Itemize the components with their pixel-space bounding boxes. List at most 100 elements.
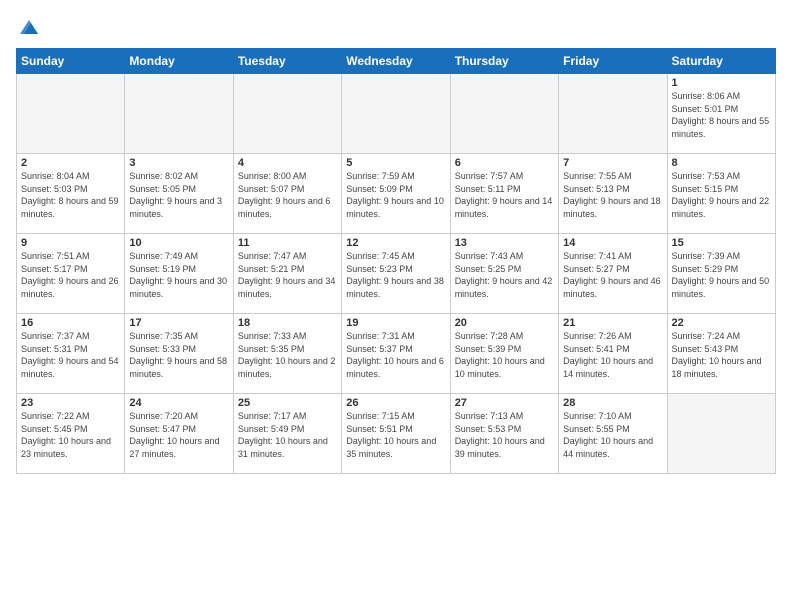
- day-info: Sunrise: 7:53 AMSunset: 5:15 PMDaylight:…: [672, 170, 771, 220]
- day-number: 9: [21, 237, 120, 249]
- day-number: 14: [563, 237, 662, 249]
- calendar-day-cell: 25Sunrise: 7:17 AMSunset: 5:49 PMDayligh…: [233, 394, 341, 474]
- day-info: Sunrise: 7:57 AMSunset: 5:11 PMDaylight:…: [455, 170, 554, 220]
- day-info: Sunrise: 7:17 AMSunset: 5:49 PMDaylight:…: [238, 410, 337, 460]
- day-number: 11: [238, 237, 337, 249]
- weekday-header-row: SundayMondayTuesdayWednesdayThursdayFrid…: [17, 49, 776, 74]
- calendar-day-cell: 27Sunrise: 7:13 AMSunset: 5:53 PMDayligh…: [450, 394, 558, 474]
- day-number: 16: [21, 317, 120, 329]
- weekday-cell: Thursday: [450, 49, 558, 74]
- calendar-day-cell: 10Sunrise: 7:49 AMSunset: 5:19 PMDayligh…: [125, 234, 233, 314]
- day-number: 27: [455, 397, 554, 409]
- calendar-day-cell: [450, 74, 558, 154]
- weekday-cell: Tuesday: [233, 49, 341, 74]
- weekday-cell: Saturday: [667, 49, 775, 74]
- calendar-day-cell: 21Sunrise: 7:26 AMSunset: 5:41 PMDayligh…: [559, 314, 667, 394]
- day-number: 8: [672, 157, 771, 169]
- day-number: 24: [129, 397, 228, 409]
- calendar-body: 1Sunrise: 8:06 AMSunset: 5:01 PMDaylight…: [17, 74, 776, 474]
- calendar-day-cell: 8Sunrise: 7:53 AMSunset: 5:15 PMDaylight…: [667, 154, 775, 234]
- day-info: Sunrise: 7:47 AMSunset: 5:21 PMDaylight:…: [238, 250, 337, 300]
- day-number: 20: [455, 317, 554, 329]
- calendar-day-cell: 18Sunrise: 7:33 AMSunset: 5:35 PMDayligh…: [233, 314, 341, 394]
- day-number: 12: [346, 237, 445, 249]
- day-info: Sunrise: 7:33 AMSunset: 5:35 PMDaylight:…: [238, 330, 337, 380]
- day-number: 4: [238, 157, 337, 169]
- day-info: Sunrise: 7:15 AMSunset: 5:51 PMDaylight:…: [346, 410, 445, 460]
- day-info: Sunrise: 7:55 AMSunset: 5:13 PMDaylight:…: [563, 170, 662, 220]
- day-info: Sunrise: 7:45 AMSunset: 5:23 PMDaylight:…: [346, 250, 445, 300]
- day-info: Sunrise: 7:35 AMSunset: 5:33 PMDaylight:…: [129, 330, 228, 380]
- day-info: Sunrise: 7:20 AMSunset: 5:47 PMDaylight:…: [129, 410, 228, 460]
- day-number: 1: [672, 77, 771, 89]
- calendar-day-cell: 28Sunrise: 7:10 AMSunset: 5:55 PMDayligh…: [559, 394, 667, 474]
- day-number: 28: [563, 397, 662, 409]
- day-info: Sunrise: 7:26 AMSunset: 5:41 PMDaylight:…: [563, 330, 662, 380]
- day-number: 17: [129, 317, 228, 329]
- day-number: 18: [238, 317, 337, 329]
- header: [16, 16, 776, 38]
- day-number: 5: [346, 157, 445, 169]
- weekday-cell: Friday: [559, 49, 667, 74]
- calendar-day-cell: 19Sunrise: 7:31 AMSunset: 5:37 PMDayligh…: [342, 314, 450, 394]
- day-info: Sunrise: 8:00 AMSunset: 5:07 PMDaylight:…: [238, 170, 337, 220]
- day-info: Sunrise: 7:31 AMSunset: 5:37 PMDaylight:…: [346, 330, 445, 380]
- calendar-day-cell: 6Sunrise: 7:57 AMSunset: 5:11 PMDaylight…: [450, 154, 558, 234]
- day-info: Sunrise: 7:37 AMSunset: 5:31 PMDaylight:…: [21, 330, 120, 380]
- calendar-day-cell: 17Sunrise: 7:35 AMSunset: 5:33 PMDayligh…: [125, 314, 233, 394]
- day-number: 6: [455, 157, 554, 169]
- calendar-day-cell: 7Sunrise: 7:55 AMSunset: 5:13 PMDaylight…: [559, 154, 667, 234]
- calendar-day-cell: 11Sunrise: 7:47 AMSunset: 5:21 PMDayligh…: [233, 234, 341, 314]
- calendar-day-cell: [342, 74, 450, 154]
- calendar-day-cell: 2Sunrise: 8:04 AMSunset: 5:03 PMDaylight…: [17, 154, 125, 234]
- calendar-day-cell: 1Sunrise: 8:06 AMSunset: 5:01 PMDaylight…: [667, 74, 775, 154]
- day-info: Sunrise: 7:28 AMSunset: 5:39 PMDaylight:…: [455, 330, 554, 380]
- day-info: Sunrise: 7:51 AMSunset: 5:17 PMDaylight:…: [21, 250, 120, 300]
- calendar-day-cell: 9Sunrise: 7:51 AMSunset: 5:17 PMDaylight…: [17, 234, 125, 314]
- calendar-day-cell: 16Sunrise: 7:37 AMSunset: 5:31 PMDayligh…: [17, 314, 125, 394]
- calendar-week-row: 16Sunrise: 7:37 AMSunset: 5:31 PMDayligh…: [17, 314, 776, 394]
- day-number: 21: [563, 317, 662, 329]
- day-number: 15: [672, 237, 771, 249]
- calendar-day-cell: 15Sunrise: 7:39 AMSunset: 5:29 PMDayligh…: [667, 234, 775, 314]
- calendar-day-cell: 4Sunrise: 8:00 AMSunset: 5:07 PMDaylight…: [233, 154, 341, 234]
- day-info: Sunrise: 7:13 AMSunset: 5:53 PMDaylight:…: [455, 410, 554, 460]
- day-info: Sunrise: 7:10 AMSunset: 5:55 PMDaylight:…: [563, 410, 662, 460]
- calendar-day-cell: 22Sunrise: 7:24 AMSunset: 5:43 PMDayligh…: [667, 314, 775, 394]
- logo-icon: [18, 16, 40, 38]
- day-number: 26: [346, 397, 445, 409]
- day-number: 23: [21, 397, 120, 409]
- day-info: Sunrise: 8:06 AMSunset: 5:01 PMDaylight:…: [672, 90, 771, 140]
- calendar-day-cell: 3Sunrise: 8:02 AMSunset: 5:05 PMDaylight…: [125, 154, 233, 234]
- calendar-day-cell: 23Sunrise: 7:22 AMSunset: 5:45 PMDayligh…: [17, 394, 125, 474]
- calendar-day-cell: 12Sunrise: 7:45 AMSunset: 5:23 PMDayligh…: [342, 234, 450, 314]
- calendar-week-row: 23Sunrise: 7:22 AMSunset: 5:45 PMDayligh…: [17, 394, 776, 474]
- calendar-day-cell: 26Sunrise: 7:15 AMSunset: 5:51 PMDayligh…: [342, 394, 450, 474]
- weekday-cell: Wednesday: [342, 49, 450, 74]
- calendar-week-row: 2Sunrise: 8:04 AMSunset: 5:03 PMDaylight…: [17, 154, 776, 234]
- calendar-day-cell: [125, 74, 233, 154]
- day-number: 25: [238, 397, 337, 409]
- calendar-day-cell: [233, 74, 341, 154]
- logo: [16, 16, 40, 38]
- day-number: 7: [563, 157, 662, 169]
- day-number: 2: [21, 157, 120, 169]
- calendar-day-cell: 20Sunrise: 7:28 AMSunset: 5:39 PMDayligh…: [450, 314, 558, 394]
- weekday-cell: Sunday: [17, 49, 125, 74]
- day-info: Sunrise: 7:43 AMSunset: 5:25 PMDaylight:…: [455, 250, 554, 300]
- day-number: 13: [455, 237, 554, 249]
- calendar: SundayMondayTuesdayWednesdayThursdayFrid…: [16, 48, 776, 474]
- calendar-day-cell: [559, 74, 667, 154]
- day-info: Sunrise: 7:49 AMSunset: 5:19 PMDaylight:…: [129, 250, 228, 300]
- day-info: Sunrise: 8:04 AMSunset: 5:03 PMDaylight:…: [21, 170, 120, 220]
- calendar-day-cell: 13Sunrise: 7:43 AMSunset: 5:25 PMDayligh…: [450, 234, 558, 314]
- calendar-day-cell: 14Sunrise: 7:41 AMSunset: 5:27 PMDayligh…: [559, 234, 667, 314]
- day-number: 19: [346, 317, 445, 329]
- calendar-day-cell: [667, 394, 775, 474]
- day-info: Sunrise: 7:22 AMSunset: 5:45 PMDaylight:…: [21, 410, 120, 460]
- calendar-week-row: 9Sunrise: 7:51 AMSunset: 5:17 PMDaylight…: [17, 234, 776, 314]
- calendar-day-cell: 5Sunrise: 7:59 AMSunset: 5:09 PMDaylight…: [342, 154, 450, 234]
- calendar-day-cell: 24Sunrise: 7:20 AMSunset: 5:47 PMDayligh…: [125, 394, 233, 474]
- day-number: 3: [129, 157, 228, 169]
- weekday-cell: Monday: [125, 49, 233, 74]
